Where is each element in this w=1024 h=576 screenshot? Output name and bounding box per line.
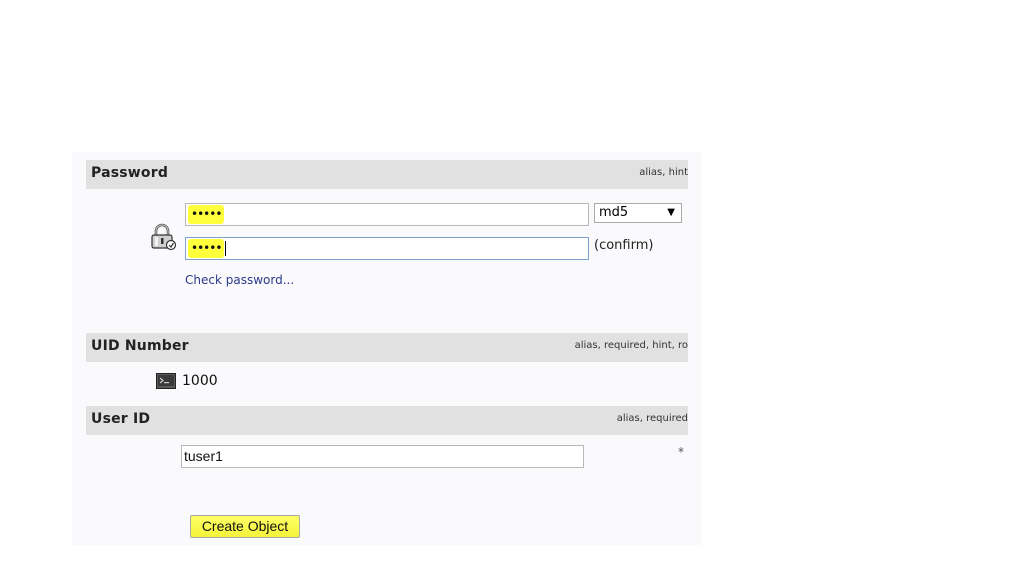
confirm-password-input[interactable]: ••••• [185, 237, 589, 260]
uid-section-meta: alias, required, hint, ro [574, 340, 688, 351]
create-object-button[interactable]: Create Object [190, 515, 300, 538]
uid-section-title: UID Number [91, 338, 189, 354]
confirm-password-mask: ••••• [188, 239, 225, 258]
uid-section-header: UID Number alias, required, hint, ro [86, 333, 688, 362]
user-id-section-header: User ID alias, required [86, 406, 688, 435]
password-mask: ••••• [188, 205, 225, 224]
required-marker: * [678, 445, 684, 459]
password-section-meta: alias, hint [639, 167, 688, 178]
password-section-header: Password alias, hint [86, 160, 688, 189]
user-id-value: tuser1 [184, 448, 223, 464]
password-section-title: Password [91, 165, 169, 181]
text-caret [225, 241, 227, 256]
uid-value: 1000 [182, 373, 218, 389]
dropdown-arrow-icon: ▼ [667, 207, 675, 218]
terminal-icon [156, 373, 176, 389]
form-panel: Password alias, hint ••••• md5 ▼ ••••• (… [72, 152, 702, 545]
password-input[interactable]: ••••• [185, 203, 589, 226]
user-id-input[interactable]: tuser1 [181, 445, 584, 468]
hash-method-select[interactable]: md5 ▼ [594, 203, 682, 223]
padlock-icon [149, 223, 177, 251]
check-password-link[interactable]: Check password... [185, 273, 294, 287]
hash-method-value: md5 [599, 205, 629, 220]
user-id-section-title: User ID [91, 411, 151, 427]
confirm-label: (confirm) [594, 238, 654, 253]
user-id-section-meta: alias, required [616, 413, 688, 424]
